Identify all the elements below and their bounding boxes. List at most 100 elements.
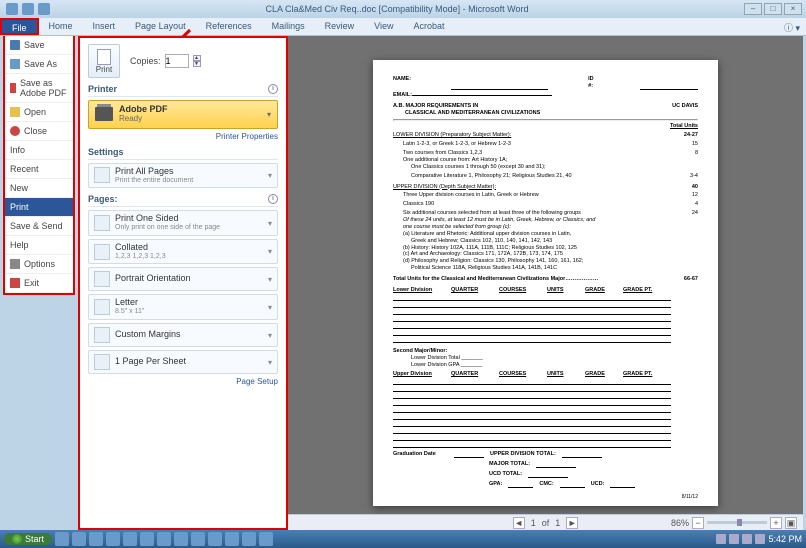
taskbar: Start 5:42 PM (0, 530, 806, 548)
taskbar-app-icon[interactable] (72, 532, 86, 546)
tab-review[interactable]: Review (315, 18, 365, 35)
zoom-slider[interactable] (707, 521, 767, 524)
taskbar-app-icon[interactable] (242, 532, 256, 546)
portrait-icon (94, 271, 110, 287)
onesided-icon (94, 215, 110, 231)
info-icon[interactable]: i (268, 194, 278, 204)
tab-references[interactable]: References (196, 18, 262, 35)
printer-select[interactable]: Adobe PDF Ready ▾ (88, 100, 278, 129)
printer-properties-link[interactable]: Printer Properties (88, 132, 278, 141)
perpage-icon (94, 354, 110, 370)
title-bar: CLA Cla&Med Civ Req..doc [Compatibility … (0, 0, 806, 18)
taskbar-app-icon[interactable] (259, 532, 273, 546)
maximize-button[interactable]: □ (764, 3, 782, 15)
tray-icon[interactable] (716, 534, 726, 544)
menu-saveas[interactable]: Save As (5, 55, 73, 74)
close-icon (10, 126, 20, 136)
tab-home[interactable]: Home (39, 18, 83, 35)
info-icon[interactable]: i (268, 84, 278, 94)
start-button[interactable]: Start (4, 533, 52, 545)
print-panel: Print Copies: ▲ ▼ Printeri Adobe PDF Rea… (78, 36, 288, 530)
letter-icon (94, 299, 110, 315)
setting-orientation[interactable]: Portrait Orientation ▾ (88, 267, 278, 291)
setting-onesided[interactable]: Print One SidedOnly print on one side of… (88, 210, 278, 236)
page-setup-link[interactable]: Page Setup (88, 377, 278, 386)
file-menu: Save Save As Save as Adobe PDF Open Clos… (3, 36, 75, 295)
windows-orb-icon (12, 534, 22, 544)
print-button-row: Print Copies: ▲ ▼ (88, 44, 278, 78)
setting-collated[interactable]: Collated1,2,3 1,2,3 1,2,3 ▾ (88, 239, 278, 265)
saveas-icon (10, 59, 20, 69)
setting-allpages[interactable]: Print All PagesPrint the entire document… (88, 163, 278, 189)
margins-icon (94, 327, 110, 343)
taskbar-app-icon[interactable] (191, 532, 205, 546)
copies-group: Copies: ▲ ▼ (130, 54, 201, 68)
qat-undo-icon[interactable] (22, 3, 34, 15)
printer-icon (97, 49, 111, 65)
tray-icon[interactable] (755, 534, 765, 544)
minimize-button[interactable]: – (744, 3, 762, 15)
pages-heading: Pages:i (88, 194, 278, 207)
tab-acrobat[interactable]: Acrobat (404, 18, 455, 35)
open-icon (10, 107, 20, 117)
next-page-button[interactable]: ► (566, 517, 578, 529)
tab-view[interactable]: View (364, 18, 403, 35)
menu-info[interactable]: Info (5, 141, 73, 160)
page-current: 1 (531, 518, 536, 528)
taskbar-app-icon[interactable] (106, 532, 120, 546)
prev-page-button[interactable]: ◄ (513, 517, 525, 529)
copies-label: Copies: (130, 56, 161, 66)
ribbon-help-icon[interactable]: ⓘ ▾ (778, 18, 806, 35)
menu-new[interactable]: New (5, 179, 73, 198)
tab-file[interactable]: File (0, 18, 39, 35)
taskbar-app-icon[interactable] (140, 532, 154, 546)
tray-icon[interactable] (729, 534, 739, 544)
menu-exit[interactable]: Exit (5, 274, 73, 293)
menu-save-send[interactable]: Save & Send (5, 217, 73, 236)
taskbar-app-icon[interactable] (55, 532, 69, 546)
qat-redo-icon[interactable] (38, 3, 50, 15)
menu-close[interactable]: Close (5, 122, 73, 141)
tab-mailings[interactable]: Mailings (262, 18, 315, 35)
menu-options[interactable]: Options (5, 255, 73, 274)
tray-icon[interactable] (742, 534, 752, 544)
taskbar-app-icon[interactable] (157, 532, 171, 546)
allpages-icon (94, 167, 110, 183)
tab-insert[interactable]: Insert (83, 18, 126, 35)
setting-perpage[interactable]: 1 Page Per Sheet ▾ (88, 350, 278, 374)
system-tray: 5:42 PM (716, 534, 802, 544)
clock[interactable]: 5:42 PM (768, 534, 802, 544)
taskbar-app-icon[interactable] (89, 532, 103, 546)
chevron-down-icon: ▾ (267, 110, 271, 119)
close-button[interactable]: × (784, 3, 802, 15)
copies-spinner: ▲ ▼ (193, 55, 201, 67)
tab-pagelayout[interactable]: Page Layout (125, 18, 196, 35)
menu-recent[interactable]: Recent (5, 160, 73, 179)
page-total: 1 (555, 518, 560, 528)
taskbar-app-icon[interactable] (174, 532, 188, 546)
taskbar-app-icon[interactable] (123, 532, 137, 546)
zoom-out-button[interactable]: − (692, 517, 704, 529)
setting-paper[interactable]: Letter8.5" x 11" ▾ (88, 294, 278, 320)
menu-open[interactable]: Open (5, 103, 73, 122)
menu-print[interactable]: Print (5, 198, 73, 217)
setting-margins[interactable]: Custom Margins ▾ (88, 323, 278, 347)
zoom-in-button[interactable]: + (770, 517, 782, 529)
taskbar-app-icon[interactable] (225, 532, 239, 546)
settings-heading: Settings (88, 147, 278, 160)
print-button[interactable]: Print (88, 44, 120, 78)
menu-help[interactable]: Help (5, 236, 73, 255)
menu-save-pdf[interactable]: Save as Adobe PDF (5, 74, 73, 103)
zoom-fit-button[interactable]: ▣ (785, 517, 797, 529)
chevron-down-icon: ▾ (268, 171, 272, 180)
printer-device-icon (95, 107, 113, 121)
copies-input[interactable] (165, 54, 189, 68)
options-icon (10, 259, 20, 269)
qat-save-icon[interactable] (6, 3, 18, 15)
taskbar-app-icon[interactable] (208, 532, 222, 546)
pdf-icon (10, 83, 16, 93)
quick-access-toolbar (6, 3, 50, 15)
menu-save[interactable]: Save (5, 36, 73, 55)
spin-down[interactable]: ▼ (193, 61, 201, 67)
preview-footer: ◄ 1 of 1 ► 86% − + ▣ (288, 514, 803, 530)
